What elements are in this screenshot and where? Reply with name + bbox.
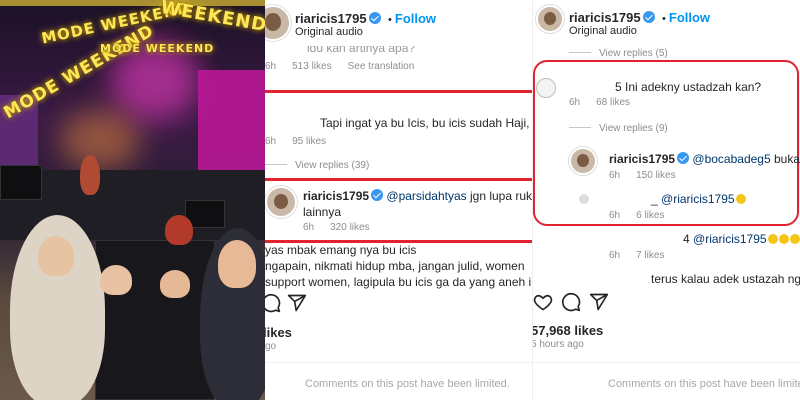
mention-link[interactable]: @riaricis1795: [661, 192, 735, 206]
comment-meta: 6h 150 likes: [609, 170, 676, 181]
comment-text: 5 Ini adekny ustadzah kan?: [615, 80, 762, 94]
comment-text: yas mbak emang nya bu icis: [265, 243, 417, 257]
comments-panel-middle: riaricis1795 • Follow Original audio idu …: [265, 0, 532, 400]
video-frame[interactable]: MODE WEEKEND MODE WEEKEND MODE WEEKEND W…: [0, 0, 265, 400]
username[interactable]: riaricis1795: [295, 11, 367, 26]
view-replies[interactable]: View replies (5): [569, 48, 668, 59]
avatar[interactable]: [536, 5, 564, 33]
speaker: [95, 240, 215, 400]
avatar[interactable]: [579, 194, 589, 204]
mention-link[interactable]: @parsidahtyas: [386, 189, 466, 203]
comment-meta: 6h 7 likes: [609, 250, 665, 261]
audio-label[interactable]: Original audio: [295, 26, 363, 38]
comments-limited-notice: Comments on this post have been limited.: [608, 378, 800, 390]
comment-text: support women, lagipula bu icis ga da ya…: [265, 275, 532, 289]
comment-meta: 6h 95 likes: [265, 136, 327, 147]
divider: [533, 362, 800, 363]
likes-count[interactable]: 6 likes: [636, 210, 664, 221]
username[interactable]: riaricis1795: [303, 189, 369, 203]
post-time: 5 hours ago: [532, 339, 584, 350]
verified-icon: [642, 11, 655, 23]
stage-screen-right: [198, 70, 265, 170]
comment-text: bukan: [774, 152, 800, 166]
see-translation[interactable]: See translation: [348, 61, 415, 72]
likes-count[interactable]: 68 likes: [596, 97, 630, 108]
comment-text: lainnya: [303, 205, 342, 219]
comment-text: jgn lupa rukun islam: [469, 189, 532, 203]
avatar[interactable]: [536, 78, 556, 98]
verified-icon: [368, 12, 381, 24]
comment-text: Tapi ingat ya bu Icis, bu icis sudah Haj…: [320, 116, 530, 130]
likes-count[interactable]: 95 likes: [292, 136, 326, 147]
share-icon[interactable]: [589, 292, 609, 312]
likes-count[interactable]: 7 likes: [636, 250, 664, 261]
comment-meta: 6h 6 likes: [609, 210, 665, 221]
stage-truss: [0, 0, 265, 6]
comment-icon[interactable]: [561, 292, 581, 312]
share-icon[interactable]: [287, 293, 307, 313]
arch-text: MODE WEEKEND: [100, 42, 215, 55]
likes-count[interactable]: 150 likes: [636, 170, 675, 181]
mention-link[interactable]: @bocabadeg5: [692, 152, 770, 166]
post-header: riaricis1795 • Follow Original audio: [265, 0, 532, 50]
username[interactable]: riaricis1795: [569, 10, 641, 25]
verified-icon: [371, 189, 384, 201]
verified-icon: [677, 152, 690, 164]
post-header: riaricis1795 • Follow Original audio: [533, 0, 800, 50]
follow-button[interactable]: Follow: [395, 11, 436, 26]
comment-meta: 6h 68 likes: [569, 97, 631, 108]
audio-label[interactable]: Original audio: [569, 25, 637, 37]
likes-total[interactable]: likes: [265, 325, 292, 340]
hands: [160, 270, 190, 298]
comment-icon[interactable]: [265, 293, 281, 313]
avatar[interactable]: [265, 5, 291, 41]
mention-link[interactable]: @riaricis1795: [693, 232, 767, 246]
face: [38, 236, 74, 276]
speaker: [0, 165, 42, 200]
likes-total[interactable]: 57,968 likes: [533, 323, 603, 338]
comments-panel-right: riaricis1795 • Follow Original audio View…: [532, 0, 800, 400]
laughing-emoji-icon: [789, 234, 800, 244]
performer: [80, 155, 100, 195]
highlight-line: [265, 90, 532, 93]
view-replies[interactable]: View replies (9): [569, 123, 668, 134]
likes-count[interactable]: 320 likes: [330, 222, 369, 233]
comment-text: terus kalau adek ustazah ngapa: [651, 272, 800, 286]
laughing-emoji-icon: [767, 234, 778, 244]
laughing-emoji-icon: [778, 234, 789, 244]
laughing-emoji-icon: [735, 194, 746, 204]
follow-button[interactable]: Follow: [669, 10, 710, 25]
avatar[interactable]: [569, 147, 597, 175]
divider: [265, 362, 532, 363]
comment-text: ngapain, nikmati hidup mba, jangan julid…: [265, 259, 525, 273]
comment-meta: 6h 320 likes: [303, 222, 370, 233]
avatar[interactable]: [265, 186, 297, 218]
hands: [100, 265, 132, 295]
post-time: go: [265, 341, 277, 352]
view-replies[interactable]: View replies (39): [265, 160, 369, 171]
highlight-line: [265, 178, 532, 181]
likes-count[interactable]: 513 likes: [292, 61, 331, 72]
comments-limited-notice: Comments on this post have been limited.: [305, 378, 510, 390]
face: [218, 240, 256, 288]
stage-light: [60, 110, 140, 170]
username[interactable]: riaricis1795: [609, 152, 675, 166]
comment-meta: 6h 513 likes See translation: [265, 61, 415, 72]
crowd-person: [165, 215, 193, 245]
heart-icon[interactable]: [533, 292, 553, 312]
